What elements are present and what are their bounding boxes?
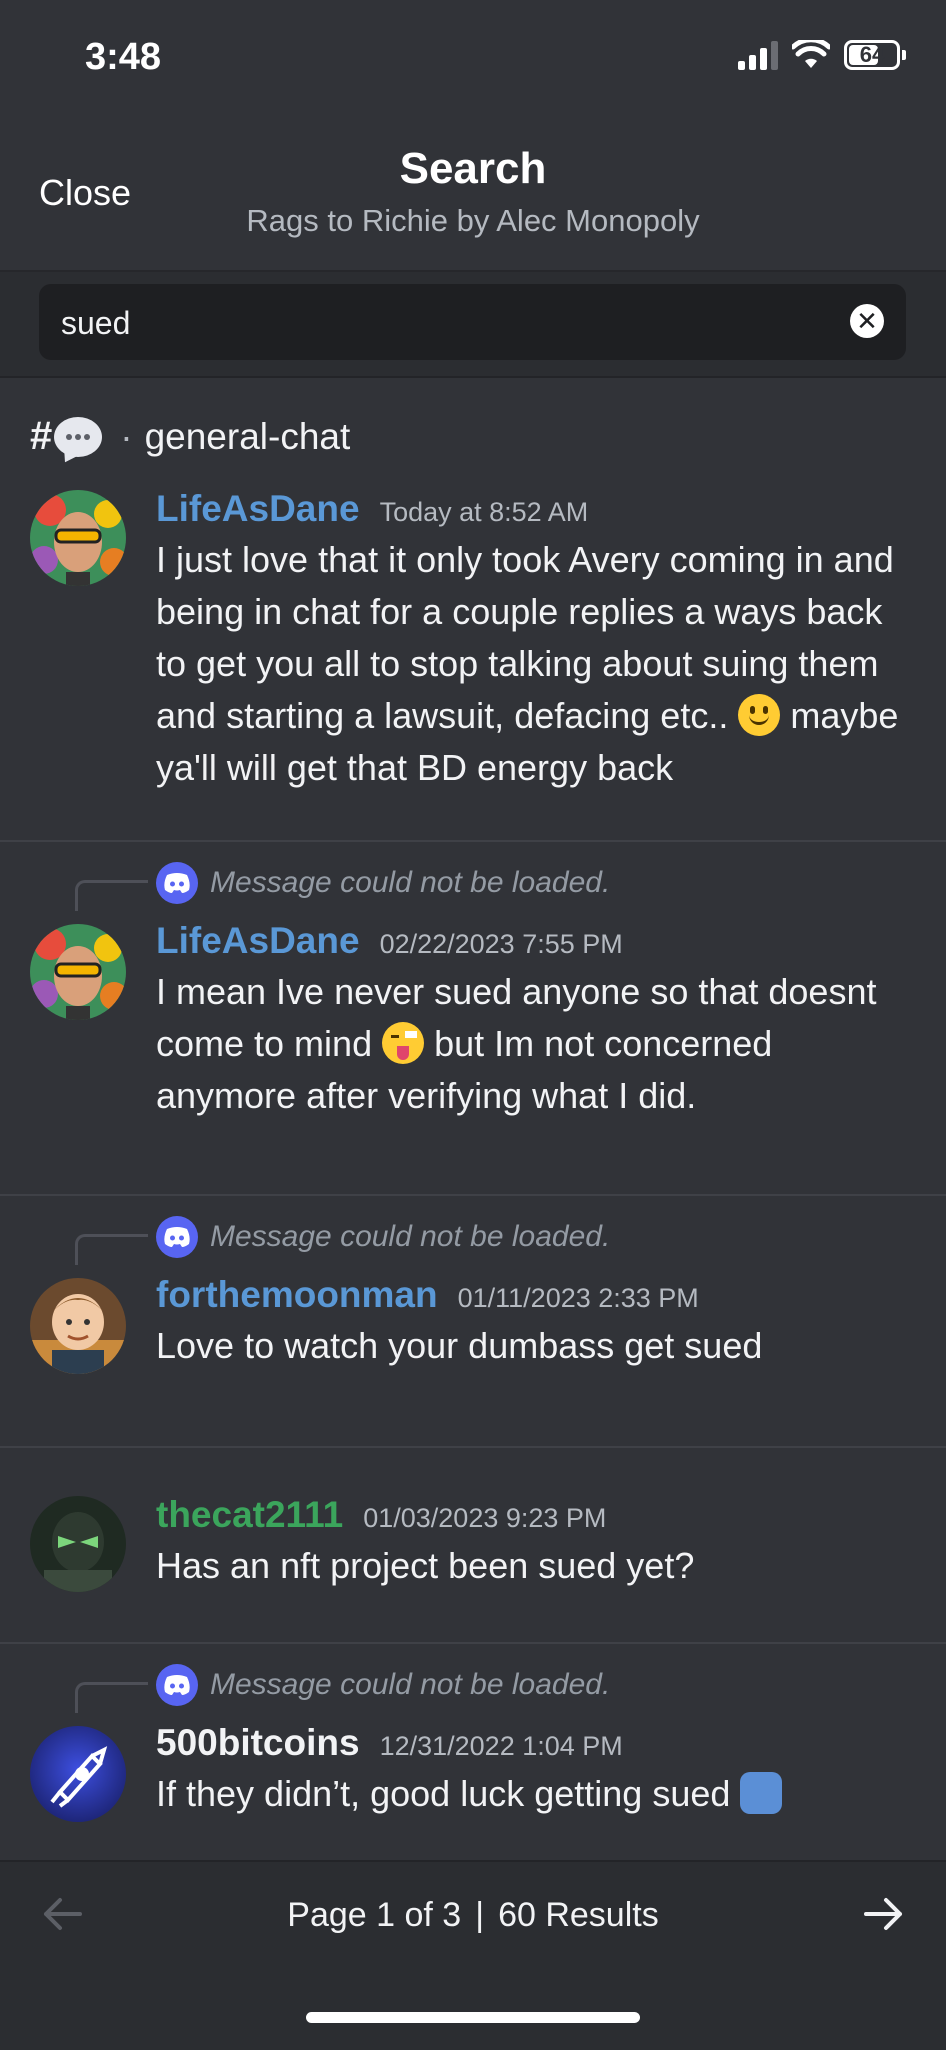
clear-search-icon[interactable]: ✕ bbox=[850, 304, 884, 338]
battery-icon: 64 bbox=[844, 40, 900, 70]
home-indicator[interactable] bbox=[306, 2012, 640, 2023]
reply-connector bbox=[75, 880, 148, 911]
discord-icon bbox=[156, 862, 198, 904]
reply-reference[interactable]: Message could not be loaded. bbox=[156, 1216, 610, 1258]
avatar[interactable] bbox=[30, 490, 126, 586]
cellular-signal-icon bbox=[738, 40, 778, 70]
page-title: Search bbox=[399, 144, 547, 193]
message-timestamp: 01/03/2023 9:23 PM bbox=[363, 1503, 607, 1533]
reply-connector bbox=[75, 1234, 148, 1265]
author-name[interactable]: LifeAsDane bbox=[156, 488, 360, 530]
channel-header[interactable]: # · general-chat bbox=[30, 414, 350, 459]
server-name: Rags to Richie by Alec Monopoly bbox=[246, 203, 700, 238]
message-body: 500bitcoins 12/31/2022 1:04 PM If they d… bbox=[156, 1722, 916, 1820]
divider bbox=[0, 1194, 946, 1196]
message-timestamp: 02/22/2023 7:55 PM bbox=[379, 929, 623, 959]
message-body: thecat2111 01/03/2023 9:23 PM Has an nft… bbox=[156, 1494, 916, 1592]
message-text: Has an nft project been sued yet? bbox=[156, 1545, 695, 1586]
pagination-status: Page 1 of 3 | 60 Results bbox=[0, 1896, 946, 1935]
pager-separator: | bbox=[475, 1896, 485, 1934]
reply-unavailable-text: Message could not be loaded. bbox=[210, 1220, 611, 1253]
discord-icon bbox=[156, 1664, 198, 1706]
message-text: Love to watch your dumbass get sued bbox=[156, 1325, 763, 1366]
reply-reference[interactable]: Message could not be loaded. bbox=[156, 862, 610, 904]
author-name[interactable]: LifeAsDane bbox=[156, 920, 360, 962]
channel-name: general-chat bbox=[144, 415, 351, 457]
divider bbox=[0, 1642, 946, 1644]
message-body: LifeAsDane Today at 8:52 AM I just love … bbox=[156, 488, 916, 794]
reply-reference[interactable]: Message could not be loaded. bbox=[156, 1664, 610, 1706]
author-name[interactable]: 500bitcoins bbox=[156, 1722, 360, 1764]
results-count: 60 Results bbox=[498, 1896, 659, 1934]
separator-dot: · bbox=[120, 415, 133, 457]
message-body: LifeAsDane 02/22/2023 7:55 PM I mean Ive… bbox=[156, 920, 916, 1122]
avatar[interactable] bbox=[30, 924, 126, 1020]
message-text: I just love that it only took Avery comi… bbox=[156, 539, 899, 788]
message-text: If they didn’t, good luck getting sued bbox=[156, 1768, 916, 1820]
avatar[interactable] bbox=[30, 1726, 126, 1822]
next-page-arrow-icon[interactable] bbox=[862, 1892, 906, 1948]
status-icons: 64 bbox=[738, 40, 906, 70]
slightly-smiling-face-icon bbox=[738, 694, 781, 736]
reply-unavailable-text: Message could not be loaded. bbox=[210, 1668, 611, 1701]
channel-hash: # bbox=[30, 414, 53, 458]
battery-level: 64 bbox=[859, 42, 885, 67]
avatar[interactable] bbox=[30, 1496, 126, 1592]
status-bar: 3:48 64 bbox=[0, 0, 946, 110]
divider bbox=[0, 840, 946, 842]
message-timestamp: 01/11/2023 2:33 PM bbox=[457, 1283, 699, 1313]
message-body: forthemoonman 01/11/2023 2:33 PM Love to… bbox=[156, 1274, 916, 1372]
page-indicator: Page 1 of 3 bbox=[287, 1896, 462, 1934]
wifi-icon bbox=[792, 40, 830, 68]
message-timestamp: Today at 8:52 AM bbox=[379, 497, 589, 527]
reply-unavailable-text: Message could not be loaded. bbox=[210, 866, 611, 899]
winking-face-with-tongue-icon bbox=[382, 1022, 425, 1064]
speech-bubble-icon bbox=[54, 416, 103, 457]
message-text: I mean Ive never sued anyone so that doe… bbox=[156, 971, 877, 1116]
status-time: 3:48 bbox=[85, 36, 162, 78]
search-field[interactable]: ✕ bbox=[39, 284, 906, 362]
message-timestamp: 12/31/2022 1:04 PM bbox=[379, 1731, 623, 1761]
avatar[interactable] bbox=[30, 1278, 126, 1374]
search-input[interactable] bbox=[59, 284, 843, 362]
search-header: Close Search Rags to Richie by Alec Mono… bbox=[0, 110, 946, 272]
author-name[interactable]: thecat2111 bbox=[156, 1494, 343, 1536]
search-bar: ✕ bbox=[0, 272, 946, 378]
pagination-bar: Page 1 of 3 | 60 Results bbox=[0, 1860, 946, 2050]
reply-connector bbox=[75, 1682, 148, 1713]
discord-icon bbox=[156, 1216, 198, 1258]
search-results[interactable]: # · general-chat LifeAsDane Today at 8:5… bbox=[0, 378, 946, 1860]
person-shrugging-icon bbox=[740, 1772, 783, 1814]
divider bbox=[0, 1446, 946, 1448]
author-name[interactable]: forthemoonman bbox=[156, 1274, 438, 1316]
